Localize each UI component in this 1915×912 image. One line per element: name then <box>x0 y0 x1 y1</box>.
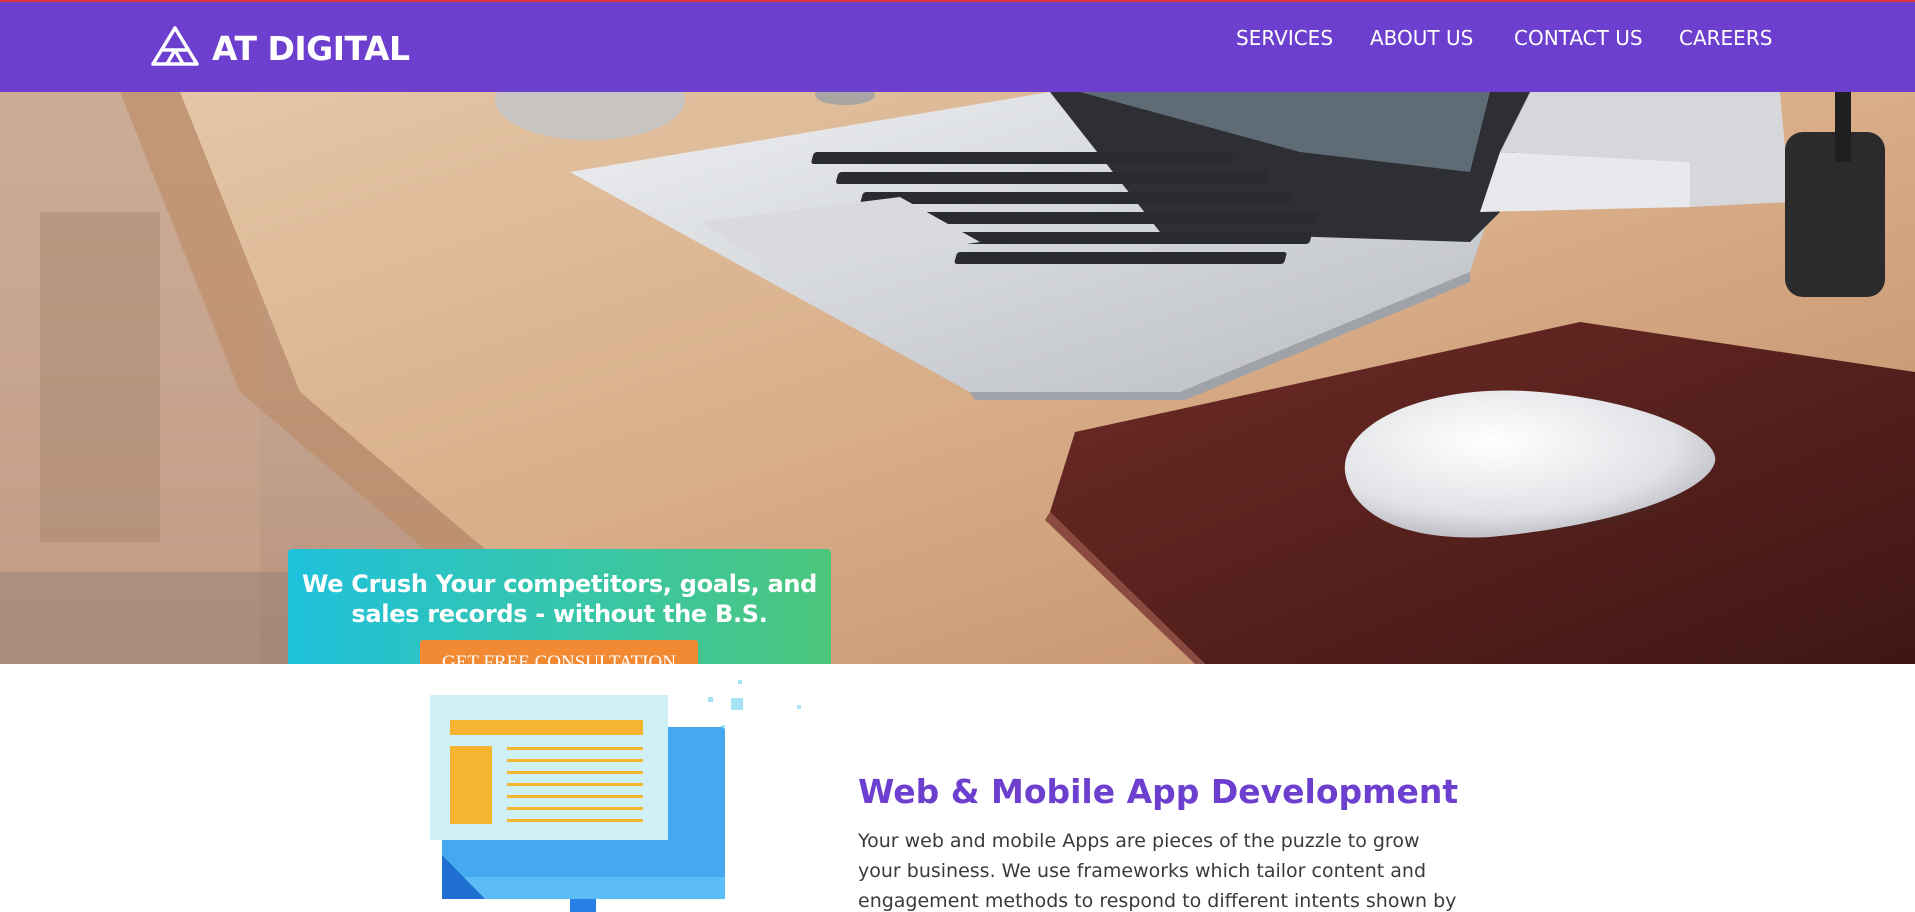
triangle-a-logo-icon <box>150 25 200 71</box>
nav-item-services[interactable]: SERVICES <box>1236 26 1333 50</box>
nav-item-careers[interactable]: CAREERS <box>1679 26 1772 50</box>
service-description: Your web and mobile Apps are pieces of t… <box>858 830 1457 912</box>
site-header: AT DIGITAL SERVICES ABOUT US CONTACT US … <box>0 2 1915 92</box>
hero-banner: We Crush Your competitors, goals, and sa… <box>0 92 1915 664</box>
hero-headline: We Crush Your competitors, goals, and sa… <box>301 570 818 628</box>
free-consultation-button[interactable]: GET FREE CONSULTATION <box>420 640 698 664</box>
hero-cta-box: We Crush Your competitors, goals, and sa… <box>288 549 831 664</box>
brand-name: AT DIGITAL <box>212 28 410 68</box>
site-logo[interactable]: AT DIGITAL <box>150 25 410 71</box>
nav-item-contact-us[interactable]: CONTACT US <box>1514 26 1643 50</box>
nav-item-about-us[interactable]: ABOUT US <box>1370 26 1473 50</box>
service-title: Web & Mobile App Development <box>858 772 1459 811</box>
web-app-monitor-illustration <box>430 680 801 912</box>
